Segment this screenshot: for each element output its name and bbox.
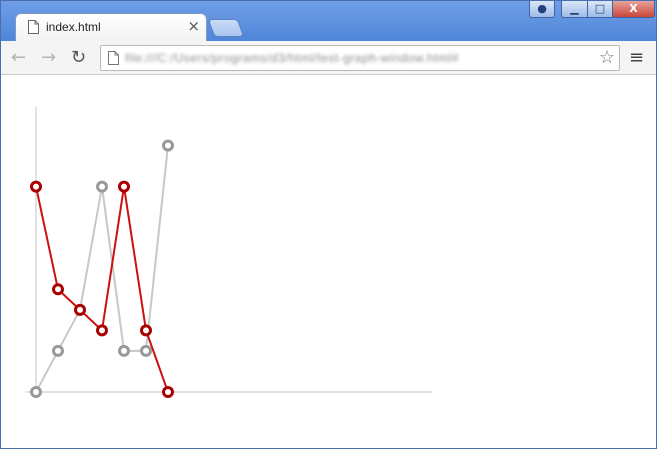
series-0-point-5 bbox=[140, 324, 152, 337]
address-bar[interactable]: file:///C:/Users/programs/d3/html/test-g… bbox=[100, 45, 620, 71]
series-1-point-3 bbox=[96, 180, 108, 193]
user-icon[interactable]: ● bbox=[529, 1, 555, 18]
url-text: file:///C:/Users/programs/d3/html/test-g… bbox=[125, 51, 459, 65]
series-0-point-4 bbox=[118, 180, 130, 193]
reload-icon[interactable]: ↻ bbox=[71, 47, 86, 68]
star-icon[interactable]: ☆ bbox=[599, 47, 615, 68]
tab-title: index.html bbox=[46, 20, 101, 34]
line-chart bbox=[26, 107, 432, 398]
maximize-button[interactable]: □ bbox=[587, 1, 613, 18]
new-tab-button[interactable] bbox=[207, 19, 245, 37]
page-icon bbox=[108, 51, 119, 65]
page-content bbox=[1, 75, 656, 448]
series-0-point-0 bbox=[30, 180, 42, 193]
series-1-point-4 bbox=[118, 344, 130, 357]
hamburger-menu-icon[interactable]: ≡ bbox=[629, 47, 644, 68]
browser-toolbar: ← → ↻ file:///C:/Users/programs/d3/html/… bbox=[1, 41, 656, 75]
series-0-point-3 bbox=[96, 324, 108, 337]
forward-arrow-icon[interactable]: → bbox=[41, 47, 56, 68]
browser-window: index.html × ● ▁ □ X ← → ↻ file:///C:/Us… bbox=[0, 0, 657, 449]
series-1-point-1 bbox=[52, 344, 64, 357]
title-bar: index.html × ● ▁ □ X bbox=[1, 1, 656, 41]
document-icon bbox=[28, 20, 39, 34]
series-0-point-1 bbox=[52, 283, 64, 296]
tab-index-html[interactable]: index.html × bbox=[15, 13, 207, 41]
minimize-button[interactable]: ▁ bbox=[561, 1, 588, 18]
back-arrow-icon[interactable]: ← bbox=[11, 47, 26, 68]
series-0-point-2 bbox=[74, 303, 86, 316]
series-1-point-0 bbox=[30, 386, 42, 398]
series-1-point-5 bbox=[140, 344, 152, 357]
close-window-button[interactable]: X bbox=[612, 1, 655, 18]
series-1-point-6 bbox=[162, 139, 174, 152]
close-tab-icon[interactable]: × bbox=[187, 17, 200, 35]
series-0-point-6 bbox=[162, 386, 174, 398]
